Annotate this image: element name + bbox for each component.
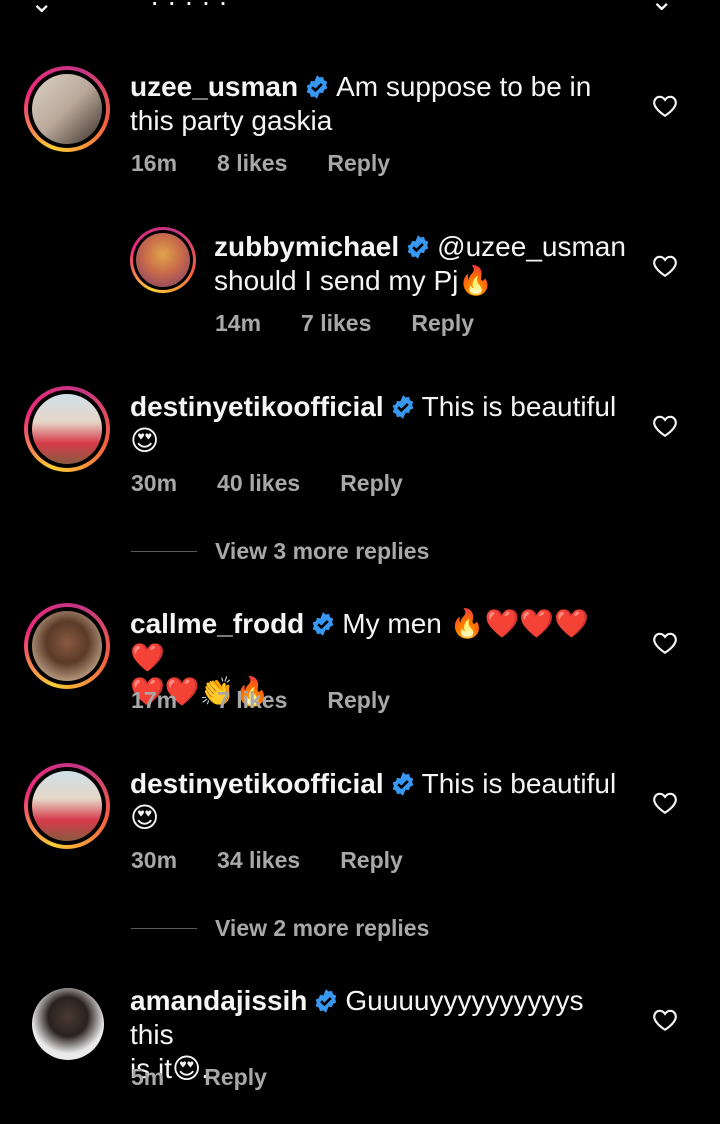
like-heart-icon[interactable] [652,631,678,655]
username[interactable]: zubbymichael [214,231,399,262]
reply-button[interactable]: Reply [411,310,474,337]
comment-time: 17m [131,687,178,713]
likes-count[interactable]: 7 likes [217,687,287,714]
comment-time: 5m [131,1064,165,1090]
verified-badge-icon [306,75,328,99]
view-more-replies-button[interactable]: View 3 more replies [131,538,429,565]
username[interactable]: callme_frodd [130,608,304,639]
comment-time: 30m [131,470,178,496]
header-partial: ⌄ · · · · · ⌄ [30,0,674,18]
divider [131,928,197,929]
avatar[interactable] [24,603,110,689]
verified-badge-icon [407,235,429,259]
like-heart-icon[interactable] [652,94,678,118]
username[interactable]: destinyetikoofficial [130,391,384,422]
avatar[interactable] [32,988,104,1060]
likes-count[interactable]: 40 likes [217,470,300,497]
comment-body: zubbymichael @uzee_usman should I send my… [214,231,626,296]
username[interactable]: uzee_usman [130,71,298,102]
comment-body: destinyetikoofficial This is beautiful 😍 [130,391,617,456]
comment-time: 14m [215,310,262,336]
verified-badge-icon [392,772,413,796]
username[interactable]: amandajissih [130,985,307,1016]
like-heart-icon[interactable] [652,1008,678,1032]
view-more-replies-button[interactable]: View 2 more replies [131,915,429,942]
like-heart-icon[interactable] [652,414,678,438]
like-heart-icon[interactable] [652,791,678,815]
like-heart-icon[interactable] [652,254,678,278]
avatar[interactable] [24,386,110,472]
comment-time: 16m [131,150,178,176]
reply-button[interactable]: Reply [327,150,390,177]
reply-button[interactable]: Reply [327,687,390,714]
divider [131,551,197,552]
avatar[interactable] [24,66,110,152]
verified-badge-icon [392,395,413,419]
verified-badge-icon [312,612,334,636]
verified-badge-icon [316,989,337,1013]
avatar[interactable] [130,227,196,293]
reply-button[interactable]: Reply [340,847,403,874]
likes-count[interactable]: 7 likes [301,310,371,337]
likes-count[interactable]: 8 likes [217,150,287,177]
likes-count[interactable]: 34 likes [217,847,300,874]
comment-time: 30m [131,847,178,873]
username[interactable]: destinyetikoofficial [130,768,384,799]
comment-body: uzee_usman Am suppose to be in this party… [130,71,592,136]
comment-body: destinyetikoofficial This is beautiful 😍 [130,768,617,833]
avatar[interactable] [24,763,110,849]
reply-button[interactable]: Reply [340,470,403,497]
reply-button[interactable]: Reply [204,1064,267,1091]
